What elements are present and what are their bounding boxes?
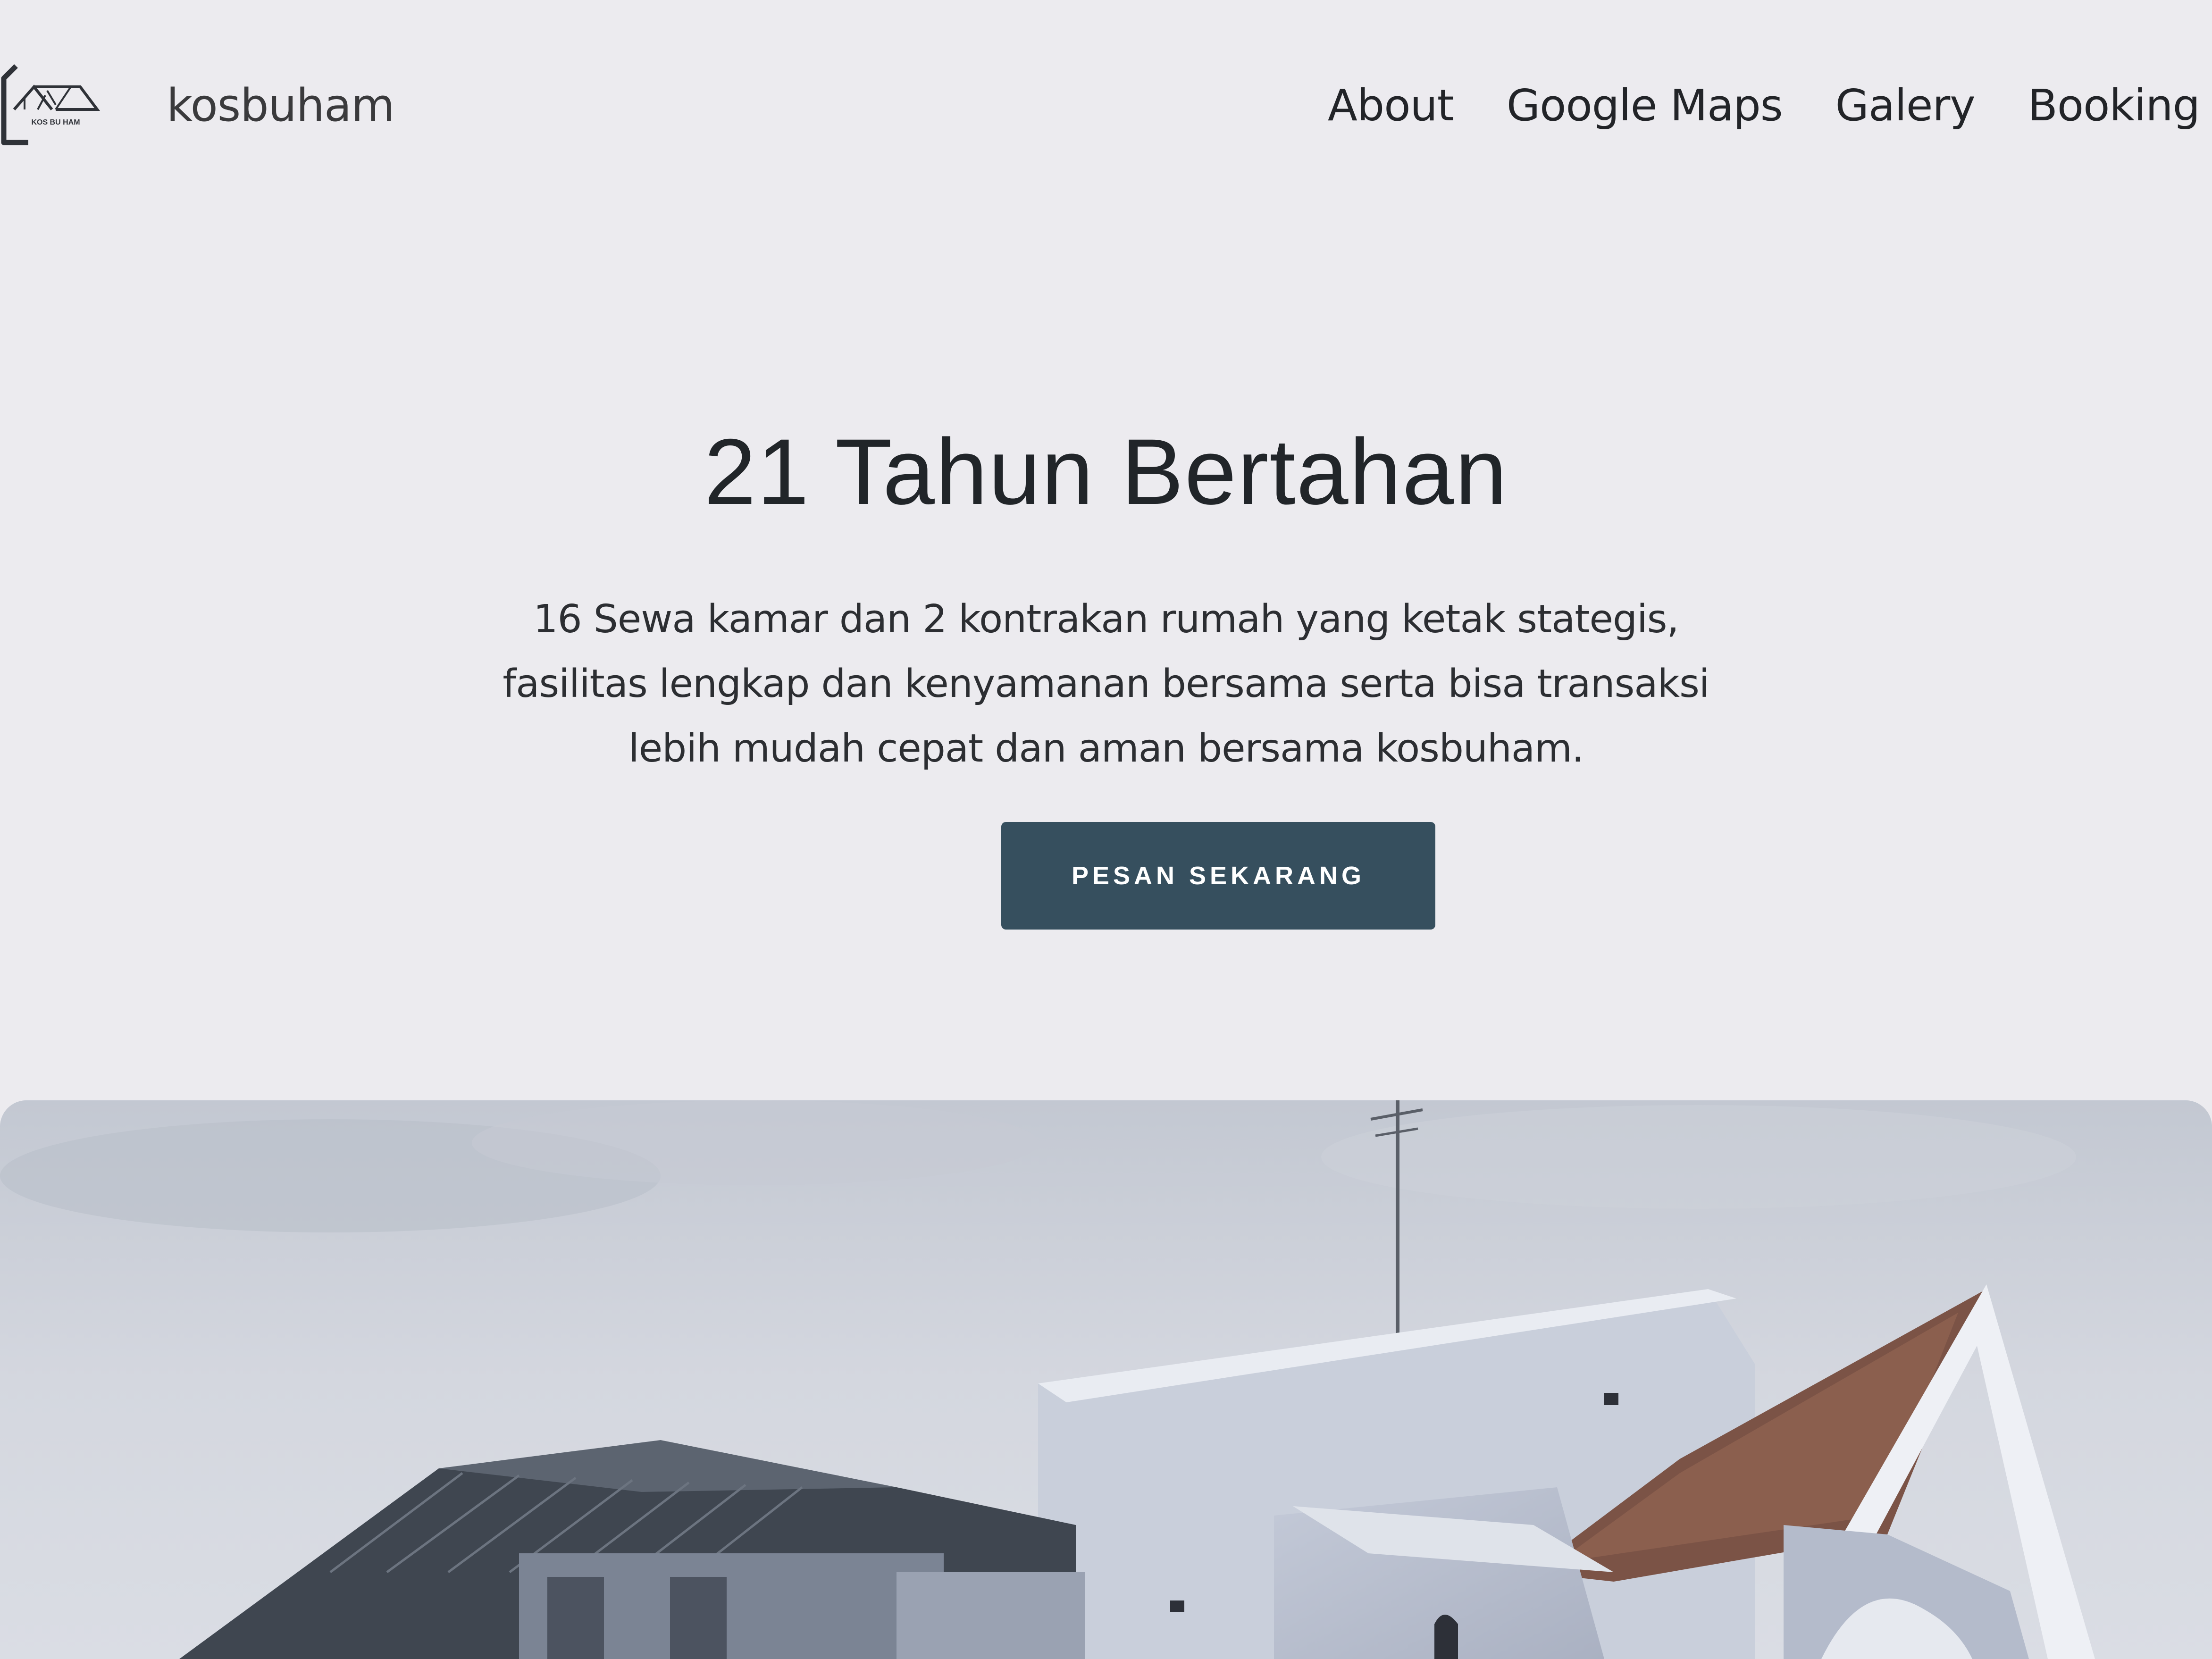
hero-subtitle: 16 Sewa kamar dan 2 kontrakan rumah yang… bbox=[503, 597, 1709, 771]
nav-google-maps[interactable]: Google Maps bbox=[1507, 77, 1783, 134]
hero-title: 21 Tahun Bertahan bbox=[704, 419, 1508, 524]
brand-name[interactable]: kosbuham bbox=[167, 77, 395, 134]
nav-about[interactable]: About bbox=[1328, 77, 1454, 134]
main-nav: About Google Maps Galery Booking bbox=[1328, 77, 2200, 134]
nav-galery[interactable]: Galery bbox=[1835, 77, 1976, 134]
building-photo-illustration bbox=[0, 1100, 2212, 1659]
order-now-button[interactable]: PESAN SEKARANG bbox=[1001, 822, 1435, 930]
navbar: KOS BU HAM kosbuham About Google Maps Ga… bbox=[0, 0, 2212, 212]
building-photo bbox=[0, 1100, 2212, 1659]
nav-booking[interactable]: Booking bbox=[2028, 77, 2200, 134]
logo-text: KOS BU HAM bbox=[31, 118, 80, 126]
house-logo-icon: KOS BU HAM bbox=[1, 64, 100, 145]
hero-section: 21 Tahun Bertahan 16 Sewa kamar dan 2 ko… bbox=[0, 415, 2212, 781]
